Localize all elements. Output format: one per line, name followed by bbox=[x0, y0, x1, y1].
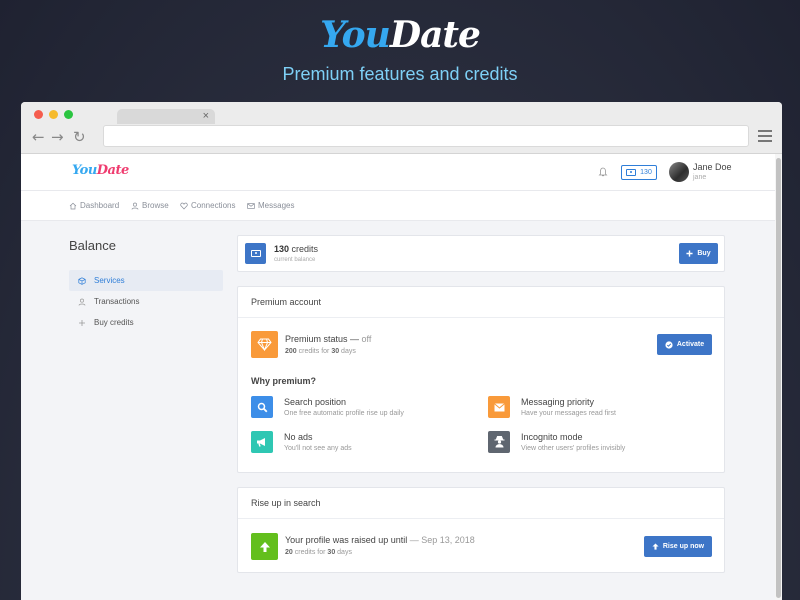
user-name[interactable]: Jane Doe bbox=[693, 162, 732, 172]
feature-desc: You'll not see any ads bbox=[284, 445, 352, 452]
rise-status: Your profile was raised up until — Sep 1… bbox=[285, 535, 475, 545]
arrow-up-icon bbox=[251, 533, 278, 560]
heart-icon bbox=[180, 202, 188, 210]
rise-up-now-button[interactable]: Rise up now bbox=[644, 536, 712, 557]
card-title: Rise up in search bbox=[238, 488, 724, 519]
balance-caption: current balance bbox=[274, 257, 316, 263]
close-window-button[interactable] bbox=[34, 110, 43, 119]
minimize-window-button[interactable] bbox=[49, 110, 58, 119]
forward-arrow-icon[interactable]: → bbox=[51, 128, 64, 146]
search-icon bbox=[251, 396, 273, 418]
hero-subtitle: Premium features and credits bbox=[282, 64, 518, 84]
reload-icon[interactable]: ↻ bbox=[73, 128, 86, 146]
money-icon bbox=[626, 169, 637, 176]
main-nav: Dashboard Browse Connections Messages bbox=[21, 191, 775, 221]
user-icon bbox=[131, 202, 139, 210]
balance-card: 130 credits current balance Buy bbox=[237, 235, 725, 272]
status-value: off bbox=[361, 334, 372, 344]
credits-badge[interactable]: 130 bbox=[621, 165, 657, 180]
browser-window: × ← → ↻ YouDate 130 Jane Doe jane Dashbo… bbox=[21, 102, 782, 600]
envelope-icon bbox=[488, 396, 510, 418]
sidebar-item-services[interactable]: Services bbox=[69, 270, 223, 291]
rise-up-card: Rise up in search Your profile was raise… bbox=[237, 487, 725, 573]
scrollbar-thumb[interactable] bbox=[776, 158, 781, 598]
sidebar-item-transactions[interactable]: Transactions bbox=[69, 291, 223, 312]
menu-icon[interactable] bbox=[758, 130, 772, 145]
app-header: YouDate 130 Jane Doe jane bbox=[21, 154, 775, 191]
home-icon bbox=[69, 202, 77, 209]
nav-connections[interactable]: Connections bbox=[180, 201, 235, 210]
address-bar[interactable] bbox=[103, 125, 749, 147]
box-icon bbox=[78, 276, 86, 285]
nav-browse[interactable]: Browse bbox=[131, 201, 169, 210]
premium-account-card: Premium account Premium status — off 200… bbox=[237, 286, 725, 473]
avatar[interactable] bbox=[669, 162, 689, 182]
nav-dashboard[interactable]: Dashboard bbox=[69, 201, 119, 210]
check-circle-icon bbox=[665, 340, 673, 349]
feature-desc: One free automatic profile rise up daily bbox=[284, 410, 404, 417]
buy-button[interactable]: Buy bbox=[679, 243, 718, 264]
feature-desc: View other users' profiles invisibly bbox=[521, 445, 626, 452]
rise-cost: 20 credits for 30 days bbox=[285, 549, 352, 556]
card-title: Premium account bbox=[238, 287, 724, 318]
rise-date: Sep 13, 2018 bbox=[421, 535, 475, 545]
plus-icon bbox=[686, 250, 693, 257]
diamond-icon bbox=[251, 331, 278, 358]
browser-chrome: × ← → ↻ bbox=[21, 102, 782, 154]
app-logo[interactable]: YouDate bbox=[72, 163, 129, 178]
feature-desc: Have your messages read first bbox=[521, 410, 616, 417]
user-username: jane bbox=[693, 174, 707, 181]
feature-title: Messaging priority bbox=[521, 397, 595, 407]
hero-logo: YouDate bbox=[320, 14, 481, 56]
feature-title: No ads bbox=[284, 432, 313, 442]
maximize-window-button[interactable] bbox=[64, 110, 73, 119]
page-title: Balance bbox=[69, 238, 116, 253]
nav-messages[interactable]: Messages bbox=[247, 201, 294, 210]
browser-tab[interactable]: × bbox=[117, 109, 215, 124]
bell-icon[interactable] bbox=[598, 167, 608, 177]
megaphone-icon bbox=[251, 431, 273, 453]
activate-button[interactable]: Activate bbox=[657, 334, 712, 355]
user-icon bbox=[78, 298, 86, 306]
money-icon bbox=[245, 243, 266, 264]
balance-amount: 130 credits bbox=[274, 244, 319, 254]
back-arrow-icon[interactable]: ← bbox=[32, 128, 45, 146]
why-premium-heading: Why premium? bbox=[251, 376, 317, 386]
plus-icon bbox=[79, 319, 85, 326]
arrow-up-icon bbox=[652, 543, 659, 550]
premium-cost: 200 credits for 30 days bbox=[285, 348, 356, 355]
feature-title: Search position bbox=[284, 397, 347, 407]
envelope-icon bbox=[247, 202, 255, 209]
spy-icon bbox=[488, 431, 510, 453]
feature-title: Incognito mode bbox=[521, 432, 583, 442]
premium-status: Premium status — off bbox=[285, 334, 372, 344]
sidebar-item-buy-credits[interactable]: Buy credits bbox=[69, 312, 223, 333]
close-tab-icon[interactable]: × bbox=[203, 109, 209, 124]
